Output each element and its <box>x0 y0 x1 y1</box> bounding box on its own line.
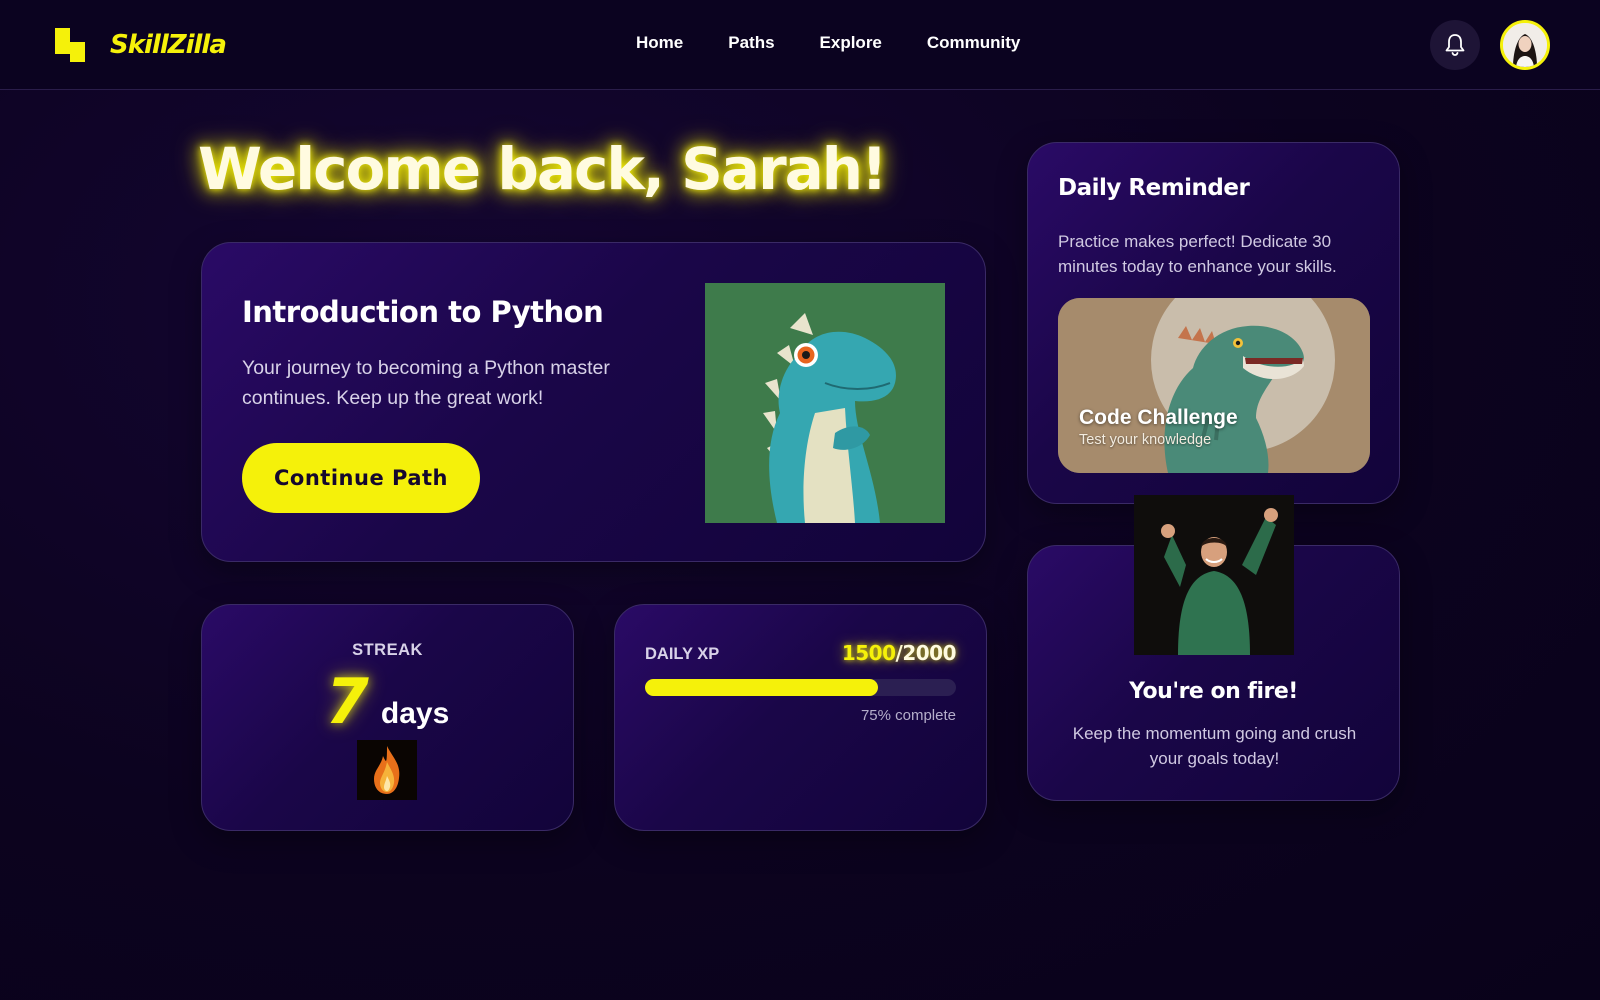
xp-progress-bar <box>645 679 956 696</box>
bell-icon <box>1445 34 1465 56</box>
profile-avatar[interactable] <box>1500 20 1550 70</box>
notifications-button[interactable] <box>1430 20 1480 70</box>
xp-label: DAILY XP <box>645 645 720 663</box>
logo-mark-icon <box>55 28 85 62</box>
daily-xp-card: DAILY XP 1500/2000 75% complete <box>614 604 987 831</box>
main-nav: Home Paths Explore Community <box>636 33 1065 53</box>
course-title: Introduction to Python <box>242 295 604 329</box>
streak-card: STREAK 7 days <box>201 604 574 831</box>
challenge-title: Code Challenge <box>1079 406 1238 429</box>
continue-path-button[interactable]: Continue Path <box>242 443 480 513</box>
xp-goal: 2000 <box>902 641 956 665</box>
logo-text: SkillZilla <box>110 30 227 60</box>
streak-unit: days <box>380 697 450 730</box>
nav-paths[interactable]: Paths <box>728 33 774 53</box>
streak-label: STREAK <box>352 641 423 659</box>
top-navigation-bar: SkillZilla Home Paths Explore Community <box>0 0 1600 90</box>
code-challenge-tile[interactable]: Code Challenge Test your knowledge <box>1058 298 1370 473</box>
xp-progress-fill <box>645 679 879 696</box>
challenge-subtitle: Test your knowledge <box>1079 432 1212 448</box>
on-fire-text: Keep the momentum going and crush your g… <box>1072 724 1357 768</box>
dinosaur-mascot-image <box>705 283 945 523</box>
daily-reminder-card: Daily Reminder Practice makes perfect! D… <box>1027 142 1400 504</box>
streak-value-row: 7 days <box>202 665 573 738</box>
xp-percent-text: 75% complete <box>860 707 956 724</box>
brand-logo[interactable]: SkillZilla <box>55 28 227 62</box>
user-photo-icon <box>1503 23 1547 67</box>
nav-explore[interactable]: Explore <box>820 33 882 53</box>
nav-home[interactable]: Home <box>636 33 683 53</box>
course-card: Introduction to Python Your journey to b… <box>201 242 986 562</box>
welcome-heading: Welcome back, Sarah! <box>198 135 888 203</box>
nav-community[interactable]: Community <box>927 33 1021 53</box>
course-description: Your journey to becoming a Python master… <box>242 357 610 409</box>
on-fire-title: You're on fire! <box>1129 679 1298 704</box>
reminder-text: Practice makes perfect! Dedicate 30 minu… <box>1058 232 1337 276</box>
xp-values: 1500/2000 <box>841 641 957 665</box>
xp-current: 1500 <box>841 641 896 665</box>
celebrating-man-image <box>1134 495 1294 655</box>
streak-count: 7 <box>325 665 369 738</box>
reminder-title: Daily Reminder <box>1058 175 1250 201</box>
fire-image <box>357 740 417 800</box>
